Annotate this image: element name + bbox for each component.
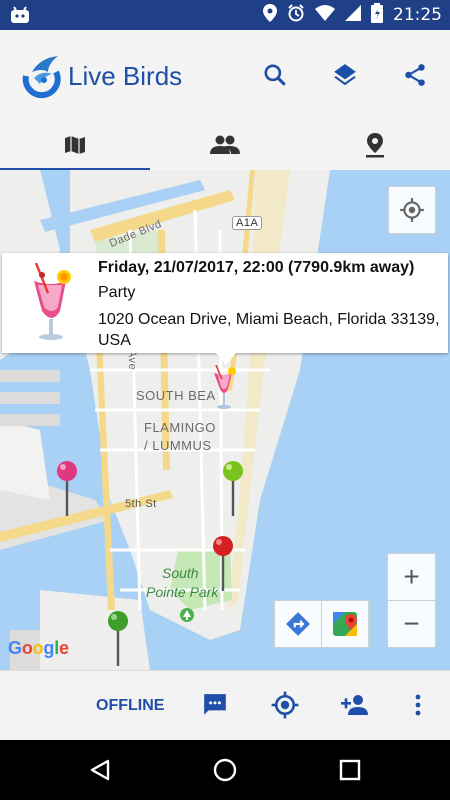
back-triangle-icon (90, 759, 110, 781)
share-icon (405, 64, 425, 86)
open-in-google-maps-button[interactable] (321, 600, 369, 648)
more-vert-icon (415, 694, 421, 716)
chat-button[interactable] (195, 685, 235, 725)
wifi-icon (315, 4, 335, 26)
area-label-lummus: / LUMMUS (144, 438, 212, 453)
map-view[interactable]: Dade Blvd A1A Ave 5th St SOUTH BEA FLAMI… (0, 170, 450, 670)
layers-icon (334, 64, 356, 86)
popup-heading: Friday, 21/07/2017, 22:00 (7790.9km away… (98, 259, 415, 276)
locate-me-button[interactable] (265, 685, 305, 725)
search-button[interactable] (254, 54, 296, 96)
person-add-icon (341, 695, 368, 715)
offline-button[interactable]: OFFLINE (96, 697, 164, 715)
battery-icon (371, 2, 383, 28)
overflow-menu-button[interactable] (398, 685, 438, 725)
recents-square-icon (339, 759, 361, 781)
home-button[interactable] (209, 754, 241, 786)
zoom-out-button[interactable]: − (387, 600, 436, 648)
popup-category: Party (98, 284, 136, 301)
park-tree-icon (179, 607, 195, 628)
signal-icon (345, 4, 361, 26)
map-pin-green[interactable] (222, 460, 244, 521)
location-status-icon (263, 3, 277, 27)
gps-fixed-icon (271, 691, 299, 719)
tab-places[interactable] (300, 120, 450, 170)
app-bar: Live Birds (0, 30, 450, 120)
map-pin-pink[interactable] (56, 460, 78, 521)
area-label-south-beach: SOUTH BEA (136, 388, 216, 403)
popup-pointer (216, 353, 236, 365)
street-label-5th-st: 5th St (125, 498, 157, 510)
my-location-icon (400, 198, 424, 222)
map-marker-cocktail[interactable] (210, 364, 238, 422)
app-title: Live Birds (68, 61, 183, 91)
home-circle-icon (213, 758, 237, 782)
bottom-action-bar: OFFLINE (0, 670, 450, 741)
popup-address: 1020 Ocean Drive, Miami Beach, Florida 3… (98, 311, 440, 349)
chat-icon (204, 694, 226, 715)
park-label-line1: South (162, 565, 199, 581)
search-icon (264, 64, 286, 86)
tab-bar (0, 120, 450, 171)
alarm-icon (287, 3, 305, 27)
zoom-in-button[interactable]: + (387, 553, 436, 601)
tab-people[interactable] (150, 120, 300, 170)
my-location-button[interactable] (388, 186, 436, 234)
area-label-flamingo: FLAMINGO (144, 420, 216, 435)
cocktail-icon (26, 262, 76, 343)
tab-map[interactable] (0, 120, 150, 170)
live-birds-logo (18, 54, 64, 100)
map-pin-red[interactable] (212, 535, 234, 596)
highway-shield-a1a: A1A (232, 216, 263, 230)
layers-button[interactable] (324, 54, 366, 96)
map-pin-dark-green[interactable] (107, 610, 129, 670)
google-maps-icon (333, 612, 357, 636)
google-attribution: Google (8, 638, 69, 658)
add-friend-button[interactable] (335, 685, 375, 725)
park-label-line2: Pointe Park (146, 584, 219, 600)
share-button[interactable] (394, 54, 436, 96)
recents-button[interactable] (334, 754, 366, 786)
place-icon (366, 133, 384, 158)
system-navigation-bar (0, 740, 450, 800)
map-icon (65, 136, 85, 154)
status-time: 21:25 (393, 5, 442, 25)
back-button[interactable] (84, 754, 116, 786)
status-bar: 21:25 (0, 0, 450, 30)
android-notification-icon (10, 6, 30, 24)
event-info-popup[interactable]: Friday, 21/07/2017, 22:00 (7790.9km away… (2, 253, 448, 365)
directions-button[interactable] (274, 600, 322, 648)
directions-icon (286, 612, 310, 636)
people-icon (210, 135, 240, 154)
